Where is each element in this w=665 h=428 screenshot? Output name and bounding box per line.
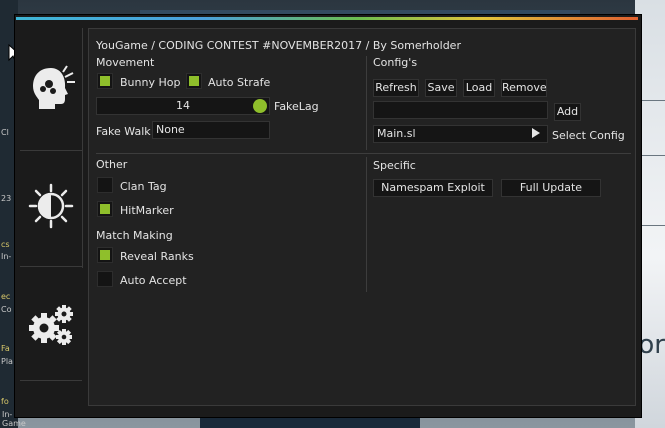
fakelag-slider[interactable]: 14 <box>96 97 270 115</box>
accent-rainbow-bar <box>16 17 638 20</box>
other-heading: Other <box>96 158 128 171</box>
tab-legit[interactable] <box>20 48 82 128</box>
window-title: YouGame / CODING CONTEST #NOVEMBER2017 /… <box>96 39 461 52</box>
background-label: fo <box>1 397 9 406</box>
bunny-hop-label: Bunny Hop <box>120 76 181 89</box>
config-name-input[interactable] <box>373 101 548 119</box>
add-config-button[interactable]: Add <box>554 103 581 121</box>
fake-walk-dropdown[interactable]: None <box>152 121 270 139</box>
reveal-ranks-label: Reveal Ranks <box>120 250 194 263</box>
tab-misc[interactable] <box>20 294 82 356</box>
load-button[interactable]: Load <box>463 79 495 97</box>
hitmarker-checkbox[interactable] <box>97 201 113 217</box>
tab-visuals[interactable] <box>20 168 82 244</box>
play-icon[interactable] <box>532 128 540 138</box>
fake-walk-value: None <box>156 123 185 136</box>
hitmarker-label: HitMarker <box>120 204 174 217</box>
fake-walk-label: Fake Walk <box>96 125 151 138</box>
section-separator <box>96 153 631 154</box>
background-label: In- <box>1 252 12 261</box>
background-label: ec <box>1 292 11 301</box>
brightness-icon <box>28 183 74 229</box>
match-making-heading: Match Making <box>96 229 173 242</box>
background-right-glyph: or <box>638 330 665 360</box>
content-panel: YouGame / CODING CONTEST #NOVEMBER2017 /… <box>88 28 636 406</box>
gears-icon <box>29 305 73 345</box>
auto-accept-checkbox[interactable] <box>97 271 113 287</box>
fakelag-value: 14 <box>176 99 190 112</box>
section-divider <box>366 157 367 292</box>
movement-heading: Movement <box>96 56 155 69</box>
selected-config-value: Main.sl <box>377 127 416 140</box>
auto-accept-label: Auto Accept <box>120 274 187 287</box>
config-select-dropdown[interactable]: Main.sl <box>373 125 548 143</box>
full-update-button[interactable]: Full Update <box>501 179 601 197</box>
specific-heading: Specific <box>373 159 416 172</box>
namespam-exploit-button[interactable]: Namespam Exploit <box>373 179 493 197</box>
background-label: cs <box>1 240 10 249</box>
remove-button[interactable]: Remove <box>501 79 547 97</box>
background-label: 23 <box>1 194 12 203</box>
refresh-button[interactable]: Refresh <box>373 79 419 97</box>
configs-heading: Config's <box>373 56 418 69</box>
reveal-ranks-checkbox[interactable] <box>97 247 113 263</box>
head-icon <box>33 65 75 109</box>
auto-strafe-label: Auto Strafe <box>208 76 271 89</box>
background-label: Fa <box>1 344 10 353</box>
fakelag-slider-knob[interactable] <box>253 99 267 113</box>
background-label: Co <box>1 305 12 314</box>
sidebar <box>20 28 83 412</box>
save-button[interactable]: Save <box>425 79 457 97</box>
fakelag-label: FakeLag <box>274 100 319 113</box>
bunny-hop-checkbox[interactable] <box>97 73 113 89</box>
auto-strafe-checkbox[interactable] <box>186 73 202 89</box>
select-config-label: Select Config <box>552 129 625 142</box>
clan-tag-checkbox[interactable] <box>97 177 113 193</box>
background-label: Pla <box>1 357 13 366</box>
clan-tag-label: Clan Tag <box>120 180 167 193</box>
background-label: Cl <box>1 128 9 137</box>
section-divider <box>366 56 367 150</box>
